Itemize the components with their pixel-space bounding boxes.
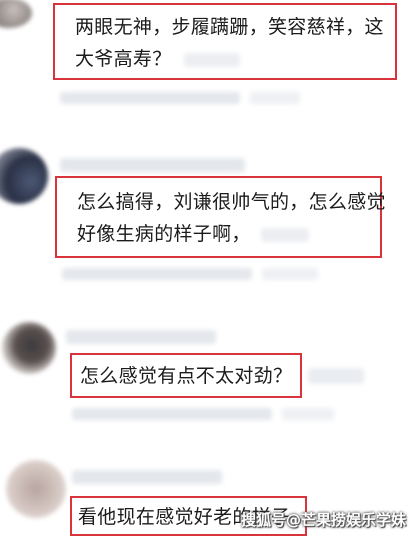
masked-username	[183, 52, 240, 67]
user-name[interactable]	[60, 158, 245, 172]
comment-meta	[282, 408, 334, 420]
comment-text: 大爷高寿？	[75, 43, 240, 75]
comment-highlight-3: 怎么感觉有点不太对劲？	[70, 353, 302, 398]
comment-meta	[62, 268, 252, 280]
comment-meta	[250, 92, 300, 104]
avatar[interactable]	[6, 460, 66, 518]
comment-meta	[72, 408, 272, 420]
comment-text: 两眼无神，步履蹒跚，笑容慈祥，这	[75, 16, 384, 38]
avatar[interactable]	[0, 0, 32, 28]
avatar[interactable]	[0, 148, 48, 204]
comment-text: 好像生病的样子啊，	[77, 218, 310, 250]
avatar[interactable]	[2, 322, 56, 374]
comment-highlight-2: 怎么搞得，刘谦很帅气的，怎么感觉 好像生病的样子啊，	[55, 176, 386, 258]
user-name[interactable]	[72, 470, 222, 484]
comment-text: 怎么搞得，刘谦很帅气的，怎么感觉	[77, 191, 386, 213]
comment-highlight-1: 两眼无神，步履蹒跚，笑容慈祥，这 大爷高寿？	[53, 3, 397, 80]
user-name[interactable]	[66, 330, 216, 344]
comment-meta	[60, 92, 240, 104]
watermark: 搜狐号@芒果捞娱乐学妹	[240, 511, 406, 529]
comment-meta	[262, 268, 318, 280]
masked-username	[308, 368, 364, 384]
masked-username	[261, 227, 310, 242]
comment-text: 怎么感觉有点不太对劲？	[80, 365, 293, 387]
